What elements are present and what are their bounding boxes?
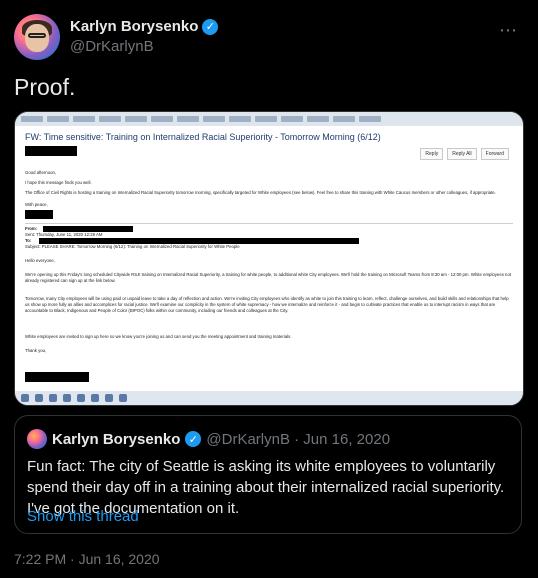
quoted-author-name[interactable]: Karlyn Borysenko	[52, 431, 180, 448]
verified-badge-icon: ✓	[185, 431, 202, 447]
author-name-row[interactable]: Karlyn Borysenko ✓	[70, 18, 219, 35]
quoted-tweet[interactable]: Karlyn Borysenko ✓ @DrKarlynB · Jun 16, …	[14, 415, 522, 534]
taskbar-icon	[105, 394, 113, 402]
email-reply-all-button: Reply All	[447, 148, 477, 160]
email-line: With peace,	[25, 202, 48, 207]
email-line: The Office of Civil Rights is hosting a …	[25, 190, 496, 195]
email-reply-button: Reply	[420, 148, 444, 160]
ribbon-button	[333, 116, 355, 122]
ribbon-button	[47, 116, 69, 122]
tweet-text: Proof.	[14, 74, 76, 100]
email-body: FW: Time sensitive: Training on Internal…	[15, 126, 523, 391]
taskbar-icon	[63, 394, 71, 402]
email-line: Sent: Thursday, June 11, 2020 12:29 AM	[25, 232, 103, 237]
email-forward-button: Forward	[480, 148, 509, 160]
tweet-header: Karlyn Borysenko ✓ @DrKarlynB ⋯	[14, 14, 524, 62]
email-line: Subject: PLEASE SHARE: Tomorrow Morning …	[25, 244, 240, 249]
author-names: Karlyn Borysenko ✓ @DrKarlynB	[70, 18, 219, 55]
verified-badge-icon: ✓	[202, 18, 219, 35]
taskbar-icon	[21, 394, 29, 402]
show-thread-link[interactable]: Show this thread	[27, 508, 139, 525]
author-handle[interactable]: @DrKarlynB	[70, 38, 218, 55]
email-line: Tomorrow, many City employees will be us…	[25, 296, 509, 313]
author-avatar[interactable]	[14, 14, 60, 60]
email-line: Hello everyone,	[25, 258, 55, 263]
avatar-face	[25, 24, 49, 52]
redaction-block	[25, 210, 53, 219]
ribbon-button	[307, 116, 329, 122]
email-line: From:	[25, 226, 38, 231]
email-divider	[25, 223, 513, 224]
ribbon-button	[255, 116, 277, 122]
taskbar-icon	[77, 394, 85, 402]
ribbon-button	[125, 116, 147, 122]
ribbon-button	[229, 116, 251, 122]
taskbar-icon	[91, 394, 99, 402]
taskbar-icon	[119, 394, 127, 402]
email-line: White employees are invited to sign up h…	[25, 334, 292, 339]
quoted-author-handle[interactable]: @DrKarlynB · Jun 16, 2020	[206, 431, 390, 448]
ribbon-button	[281, 116, 303, 122]
ribbon-button	[359, 116, 381, 122]
email-toolbar-ribbon	[15, 112, 523, 126]
taskbar-icon	[35, 394, 43, 402]
email-line: Good afternoon,	[25, 170, 57, 175]
email-line: To:	[25, 238, 32, 243]
windows-taskbar	[15, 391, 523, 405]
ribbon-button	[73, 116, 95, 122]
email-line: Thank you,	[25, 348, 47, 353]
email-subject: FW: Time sensitive: Training on Internal…	[25, 132, 381, 142]
avatar-glasses	[28, 33, 46, 38]
taskbar-icon	[49, 394, 57, 402]
email-line: I hope this message finds you well.	[25, 180, 92, 185]
ribbon-button	[99, 116, 121, 122]
quoted-author-avatar[interactable]	[27, 429, 47, 449]
quoted-tweet-header: Karlyn Borysenko ✓ @DrKarlynB · Jun 16, …	[27, 429, 390, 449]
email-line: We're opening up this Friday's long sche…	[25, 272, 512, 283]
ribbon-button	[177, 116, 199, 122]
email-actions: Reply Reply All Forward	[420, 148, 509, 160]
tweet-timestamp[interactable]: 7:22 PM · Jun 16, 2020	[14, 551, 160, 567]
redaction-block	[25, 146, 77, 156]
more-options-icon[interactable]: ⋯	[499, 20, 518, 41]
ribbon-button	[21, 116, 43, 122]
ribbon-button	[151, 116, 173, 122]
ribbon-button	[203, 116, 225, 122]
tweet-media-screenshot[interactable]: FW: Time sensitive: Training on Internal…	[14, 111, 524, 406]
author-display-name[interactable]: Karlyn Borysenko	[70, 18, 198, 35]
redaction-block	[25, 372, 89, 382]
